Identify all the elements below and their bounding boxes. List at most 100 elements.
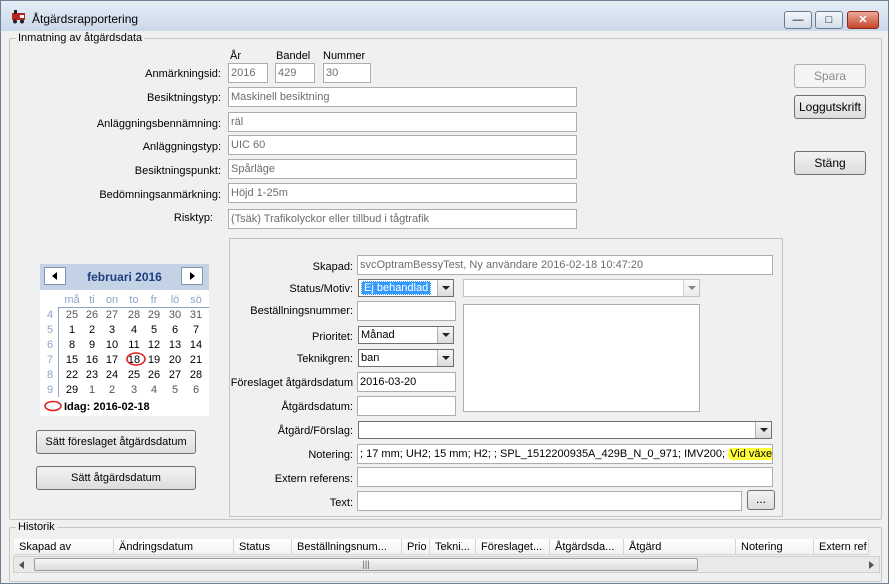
- history-column-header[interactable]: Föreslaget...: [476, 539, 550, 555]
- calendar-day[interactable]: 25: [62, 309, 82, 321]
- calendar-day[interactable]: 25: [124, 369, 144, 381]
- minimize-button[interactable]: —: [784, 11, 812, 29]
- today-circle-icon: [44, 400, 62, 412]
- history-column-header[interactable]: Ändringsdatum: [114, 539, 234, 555]
- calendar-day[interactable]: 1: [82, 384, 102, 396]
- calendar-day[interactable]: 6: [165, 324, 185, 336]
- calendar-day[interactable]: 3: [102, 324, 122, 336]
- close-icon: ✕: [858, 14, 868, 26]
- anltyp-field[interactable]: UIC 60: [228, 135, 577, 155]
- calendar-next-icon[interactable]: [181, 267, 203, 285]
- calendar-day[interactable]: 31: [186, 309, 206, 321]
- atgard-dropdown[interactable]: [358, 421, 772, 439]
- calendar-day[interactable]: 6: [186, 384, 206, 396]
- calendar-day[interactable]: 28: [124, 309, 144, 321]
- calendar-day[interactable]: 5: [165, 384, 185, 396]
- calendar-day[interactable]: 13: [165, 339, 185, 351]
- calendar-day[interactable]: 24: [102, 369, 122, 381]
- prioritet-dropdown[interactable]: Månad: [358, 326, 454, 344]
- scroll-left-icon[interactable]: [16, 559, 28, 571]
- history-column-header[interactable]: Åtgärdsda...: [550, 539, 624, 555]
- anm-number-field[interactable]: 30: [323, 63, 371, 83]
- calendar-day[interactable]: 19: [144, 354, 164, 366]
- train-icon: [12, 10, 25, 24]
- calendar-prev-icon[interactable]: [44, 267, 66, 285]
- set-proposed-date-button[interactable]: Sätt föreslaget åtgärdsdatum: [36, 430, 196, 454]
- calendar-day[interactable]: 28: [186, 369, 206, 381]
- text-browse-button[interactable]: ...: [747, 490, 775, 510]
- calendar-day[interactable]: 14: [186, 339, 206, 351]
- calendar-day[interactable]: 27: [102, 309, 122, 321]
- calendar-day[interactable]: 26: [144, 369, 164, 381]
- calendar-day[interactable]: 7: [186, 324, 206, 336]
- calendar-day[interactable]: 16: [82, 354, 102, 366]
- atgardsdatum-field[interactable]: [357, 396, 456, 416]
- calendar-week-number: 5: [46, 324, 54, 336]
- stang-button[interactable]: Stäng: [794, 151, 866, 175]
- risktyp-field[interactable]: (Tsäk) Trafikolyckor eller tillbud i tåg…: [228, 209, 577, 229]
- history-column-header[interactable]: Notering: [736, 539, 814, 555]
- anlbenamning-field[interactable]: räl: [228, 112, 577, 132]
- bestnr-field[interactable]: [357, 301, 456, 321]
- text-field[interactable]: [357, 491, 742, 511]
- history-column-header[interactable]: Prio: [402, 539, 430, 555]
- calendar-today-label[interactable]: Idag: 2016-02-18: [64, 401, 150, 413]
- close-button[interactable]: ✕: [847, 11, 879, 29]
- history-column-header[interactable]: Tekni...: [430, 539, 476, 555]
- calendar-day[interactable]: 3: [124, 384, 144, 396]
- bespunkt-field[interactable]: Spårläge: [228, 159, 577, 179]
- teknikgren-dropdown[interactable]: ban: [358, 349, 454, 367]
- scroll-right-icon[interactable]: [865, 559, 877, 571]
- foreslaget-field[interactable]: 2016-03-20: [357, 372, 456, 392]
- calendar-day[interactable]: 27: [165, 369, 185, 381]
- calendar-month-label[interactable]: februari 2016: [70, 270, 179, 284]
- calendar-day[interactable]: 29: [62, 384, 82, 396]
- calendar-day[interactable]: 2: [102, 384, 122, 396]
- history-column-header[interactable]: Status: [234, 539, 292, 555]
- calendar-day[interactable]: 21: [186, 354, 206, 366]
- motiv-list[interactable]: [463, 304, 700, 412]
- calendar-week-number: 6: [46, 339, 54, 351]
- calendar-header: februari 2016: [40, 264, 209, 290]
- bedanm-field[interactable]: Höjd 1-25m: [228, 183, 577, 203]
- scroll-thumb[interactable]: |||: [34, 558, 698, 571]
- calendar-day[interactable]: 15: [62, 354, 82, 366]
- status-dropdown[interactable]: Ej behandlad: [358, 279, 454, 297]
- extern-field[interactable]: [357, 467, 773, 487]
- bestnr-label: Beställningsnummer:: [250, 305, 353, 317]
- calendar-day[interactable]: 29: [144, 309, 164, 321]
- anm-line-field[interactable]: 429: [275, 63, 315, 83]
- history-column-header[interactable]: Beställningsnum...: [292, 539, 402, 555]
- bespunkt-label: Besiktningspunkt:: [134, 165, 221, 177]
- history-column-header[interactable]: Skapad av: [14, 539, 114, 555]
- calendar-day[interactable]: 30: [165, 309, 185, 321]
- calendar-day[interactable]: 8: [62, 339, 82, 351]
- calendar-day[interactable]: 9: [82, 339, 102, 351]
- calendar-day[interactable]: 26: [82, 309, 102, 321]
- calendar-day[interactable]: 2: [82, 324, 102, 336]
- besiktningstyp-field[interactable]: Maskinell besiktning: [228, 87, 577, 107]
- motiv-dropdown[interactable]: [463, 279, 700, 297]
- history-column-header[interactable]: Extern ref: [814, 539, 869, 555]
- calendar-day[interactable]: 20: [165, 354, 185, 366]
- calendar-day[interactable]: 11: [124, 339, 144, 351]
- notering-field[interactable]: ; 17 mm; UH2; 15 mm; H2; ; SPL_151220093…: [357, 444, 773, 464]
- anm-year-field[interactable]: 2016: [228, 63, 268, 83]
- spara-button[interactable]: Spara: [794, 64, 866, 88]
- calendar-day[interactable]: 17: [102, 354, 122, 366]
- set-action-date-button[interactable]: Sätt åtgärdsdatum: [36, 466, 196, 490]
- calendar-day[interactable]: 22: [62, 369, 82, 381]
- month-calendar[interactable]: februari 2016 må ti on to fr lö sö 4 25 26 27 28 29 3…: [40, 264, 209, 416]
- skapad-field[interactable]: svcOptramBessyTest, Ny användare 2016-02…: [357, 255, 773, 275]
- calendar-day[interactable]: 12: [144, 339, 164, 351]
- loggutskrift-button[interactable]: Loggutskrift: [794, 95, 866, 119]
- history-scrollbar[interactable]: |||: [13, 556, 880, 573]
- calendar-day[interactable]: 5: [144, 324, 164, 336]
- calendar-day[interactable]: 10: [102, 339, 122, 351]
- maximize-button[interactable]: □: [815, 11, 843, 29]
- calendar-day[interactable]: 23: [82, 369, 102, 381]
- history-column-header[interactable]: Åtgärd: [624, 539, 736, 555]
- calendar-day[interactable]: 1: [62, 324, 82, 336]
- calendar-day[interactable]: 4: [144, 384, 164, 396]
- calendar-day[interactable]: 4: [124, 324, 144, 336]
